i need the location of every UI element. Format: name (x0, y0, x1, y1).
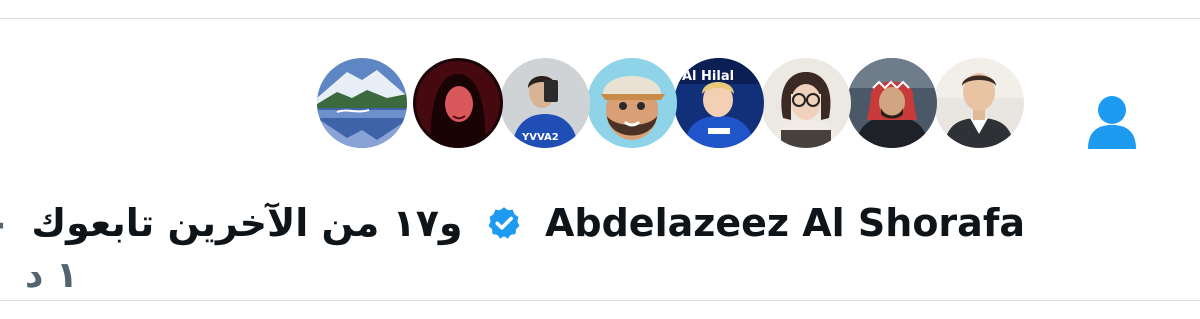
svg-text:Al Hilal: Al Hilal (682, 69, 734, 84)
avatar-mountain[interactable] (317, 58, 407, 148)
timestamp: ١ د (25, 255, 78, 296)
user-name-link[interactable]: Abdelazeez Al Shorafa (545, 201, 1025, 245)
avatar-man-shemagh[interactable] (847, 58, 937, 148)
follower-avatars: Al Hilal YVVA2 (317, 58, 1027, 150)
avatar-girl-glasses[interactable] (761, 58, 851, 148)
avatar-cartoon-man[interactable] (587, 58, 677, 148)
separator-dot: · (0, 209, 6, 244)
follow-notification[interactable]: Al Hilal YVVA2 Abdelazeez Al Shorafa و١٧… (0, 19, 1200, 300)
bottom-divider (0, 300, 1200, 301)
avatar-mirror-selfie[interactable]: YVVA2 (500, 58, 590, 148)
person-icon (1086, 93, 1138, 151)
notification-text: Abdelazeez Al Shorafa و١٧ من الآخرين تاب… (0, 197, 1025, 249)
follow-summary: و١٧ من الآخرين تابعوك (31, 201, 463, 245)
avatar-man-suit[interactable] (934, 58, 1024, 148)
avatar-red-portrait[interactable] (413, 58, 503, 148)
svg-text:YVVA2: YVVA2 (521, 132, 559, 143)
avatar-alhilal-kid[interactable]: Al Hilal (674, 58, 764, 148)
verified-badge-icon (488, 207, 520, 239)
